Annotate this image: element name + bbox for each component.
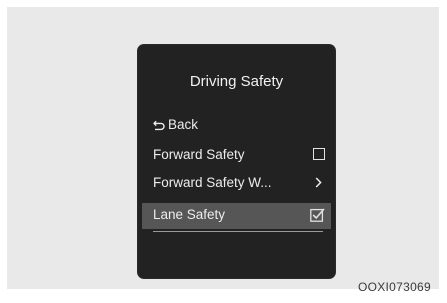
cluster-display: Driving Safety Back Forward Safety Forwa… [138,45,335,278]
menu-item-label: Forward Safety W... [153,175,272,190]
back-button[interactable]: Back [153,114,325,136]
selection-underline [153,231,323,232]
menu-title: Driving Safety [189,73,284,90]
checkbox-checked-icon[interactable] [310,207,325,222]
figure-frame: Driving Safety Back Forward Safety Forwa… [7,7,439,294]
menu-item-forward-safety-warning[interactable]: Forward Safety W... [153,172,325,194]
checkbox-unchecked-icon[interactable] [313,148,325,160]
menu-item-label: Forward Safety [153,147,245,162]
figure-code: OOXI073069 [357,280,431,294]
menu-item-lane-safety[interactable]: Lane Safety [153,204,325,226]
menu-item-label: Lane Safety [153,207,226,222]
back-label: Back [168,117,199,132]
menu-item-forward-safety[interactable]: Forward Safety [153,144,325,166]
back-arrow-icon [153,120,165,131]
chevron-right-icon [315,177,322,188]
